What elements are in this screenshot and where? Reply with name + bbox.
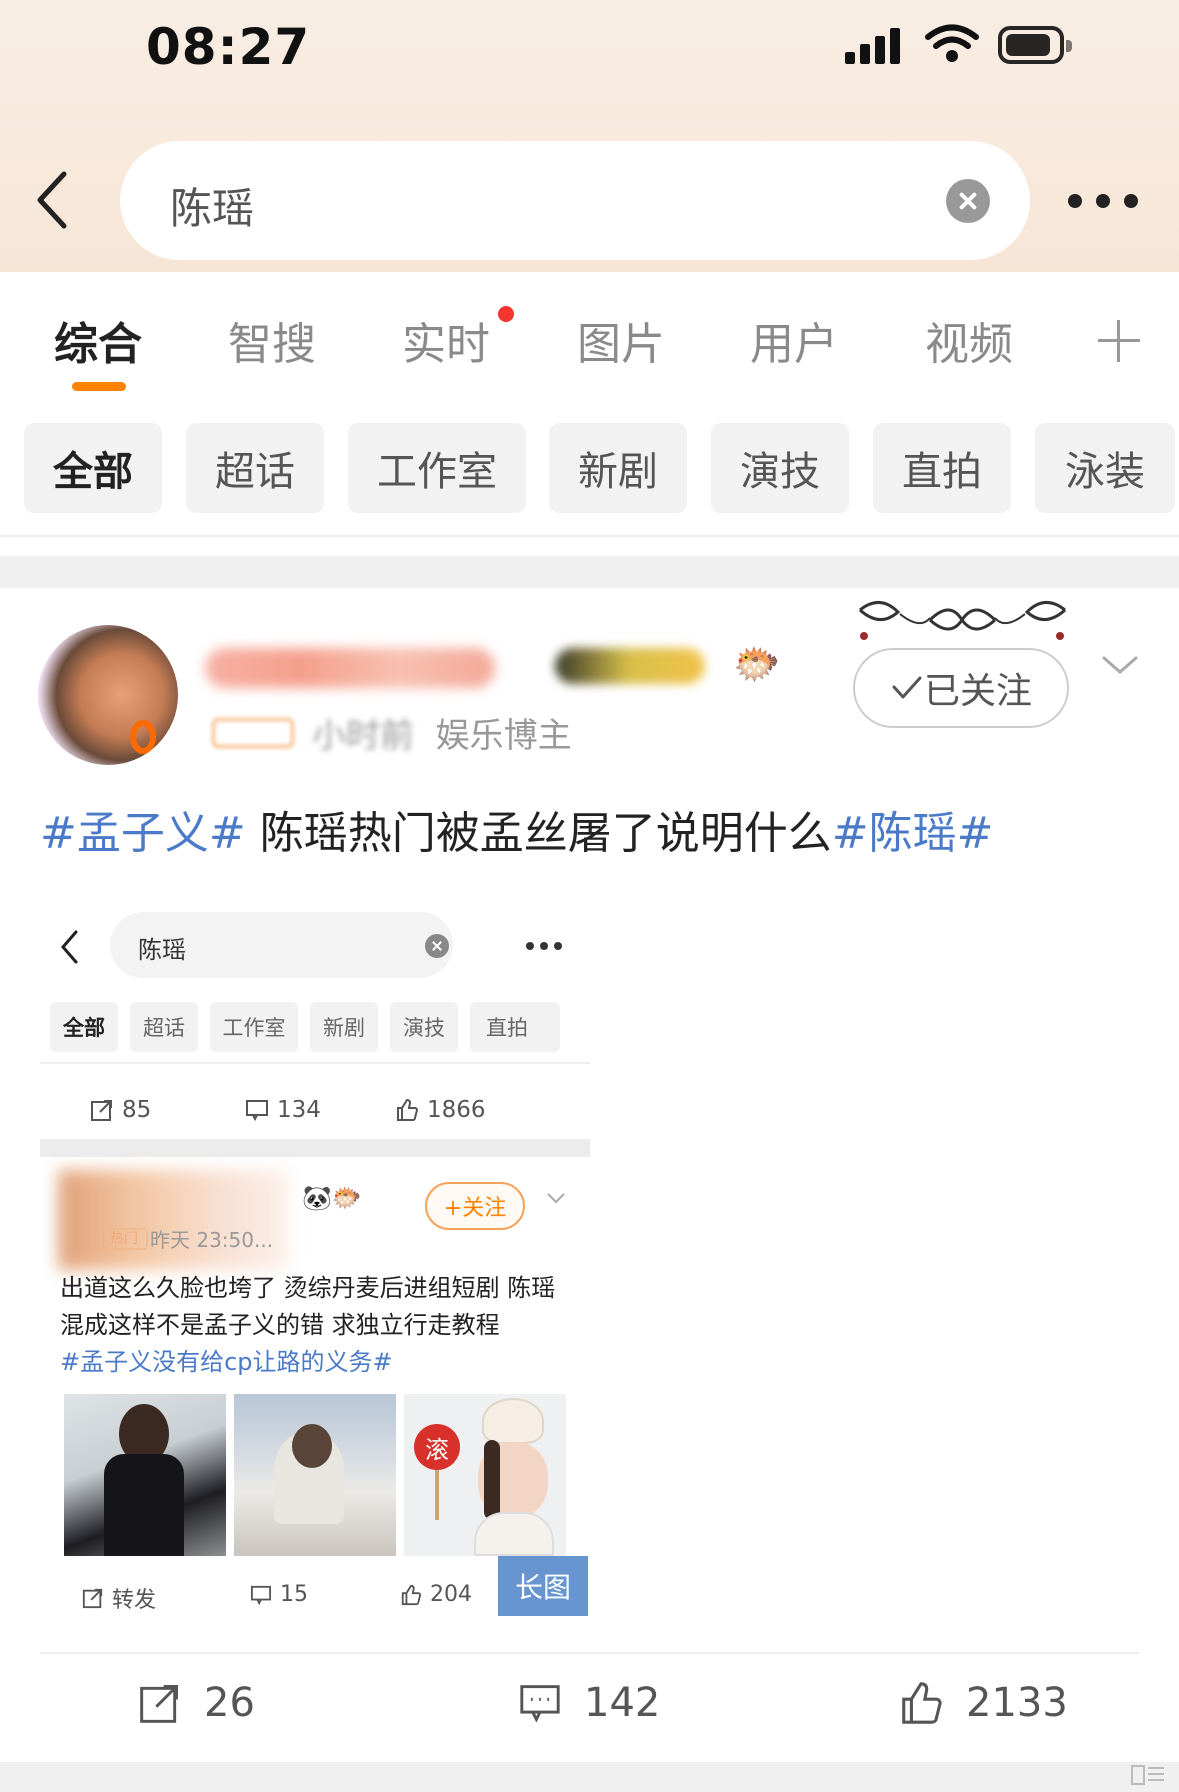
repost-button[interactable]: 26 [138, 1680, 255, 1726]
embedded-photo-3: 滚 [404, 1394, 566, 1556]
search-query: 陈瑶 [170, 184, 255, 233]
battery-icon [998, 26, 1072, 64]
embedded-hot-tag: 热门 [100, 1228, 148, 1250]
section-gap [40, 1139, 590, 1157]
embedded-chip: 工作室 [210, 1002, 298, 1052]
comment-icon [520, 1685, 560, 1723]
following-button[interactable]: 已关注 [853, 648, 1069, 728]
embedded-repost-stat: 85 [90, 1097, 151, 1123]
filter-swimwear[interactable]: 泳装 [1035, 423, 1175, 513]
more-icon[interactable] [1068, 188, 1140, 214]
thumb-up-icon [902, 1682, 942, 1724]
like-button[interactable]: 2133 [898, 1680, 1068, 1726]
divider [40, 1062, 590, 1064]
comment-button[interactable]: 142 [518, 1680, 660, 1726]
tab-comprehensive[interactable]: 综合 [54, 308, 142, 372]
status-time: 08:27 [146, 18, 311, 76]
add-tab-icon[interactable] [1098, 320, 1140, 362]
embedded-photo-1 [64, 1394, 226, 1556]
tab-bar: 综合 智搜 实时 图片 用户 视频 [0, 272, 1179, 402]
embedded-repost-stat: 转发 [82, 1582, 156, 1614]
embedded-chip: 全部 [50, 1002, 118, 1052]
embedded-hashtag: #孟子义没有给cp让路的义务# [60, 1348, 393, 1376]
more-icon [526, 942, 566, 952]
back-icon [61, 930, 78, 964]
hashtag-link[interactable]: #陈瑶# [832, 808, 994, 859]
panda-fish-icon: 🐼🐡 [302, 1184, 362, 1212]
filter-new-drama[interactable]: 新剧 [549, 423, 687, 513]
signal-icon [845, 28, 905, 64]
username-decoration-blurred [555, 648, 705, 684]
tab-smart-search[interactable]: 智搜 [228, 308, 316, 372]
filter-super-topic[interactable]: 超话 [186, 423, 324, 513]
notification-dot [498, 306, 514, 322]
embedded-like-stat: 1866 [395, 1097, 486, 1123]
hot-tag-blurred [212, 718, 294, 748]
fish-icon: 🐡 [733, 642, 781, 686]
post-image-screenshot[interactable]: 陈瑶 全部 超话 工作室 新剧 演技 直拍 85 134 1866 🐼🐡 +关注… [40, 892, 590, 1620]
tab-realtime[interactable]: 实时 [402, 308, 490, 372]
comment-count: 142 [584, 1680, 661, 1726]
post-meta: 小时前 娱乐博主 [312, 716, 572, 756]
embedded-comment-stat: 134 [245, 1097, 321, 1123]
header: 08:27 陈瑶 [0, 0, 1179, 272]
embedded-body: 出道这么久脸也垮了 烫综丹麦后进组短剧 陈瑶混成这样不是孟子义的错 求独立行走教… [60, 1274, 556, 1376]
thumb-up-icon [401, 1584, 422, 1605]
comment-icon [251, 1585, 271, 1605]
post-text: #孟子义# 陈瑶热门被孟丝屠了说明什么#陈瑶# [40, 797, 993, 861]
embedded-chip: 超话 [130, 1002, 198, 1052]
embedded-comment-stat: 15 [250, 1582, 308, 1607]
wifi-icon [925, 24, 979, 62]
active-tab-indicator [72, 382, 126, 391]
thumb-up-icon [397, 1098, 419, 1121]
divider [0, 535, 1179, 537]
tab-users[interactable]: 用户 [750, 308, 838, 372]
embedded-chip: 演技 [390, 1002, 458, 1052]
stop-sign-icon: 滚 [414, 1424, 460, 1470]
embedded-like-stat: 204 [400, 1582, 472, 1607]
embedded-avatar-blurred [58, 1170, 288, 1270]
post-body: 陈瑶热门被孟丝屠了说明什么 [245, 808, 832, 859]
tab-images[interactable]: 图片 [577, 308, 665, 372]
following-label: 已关注 [923, 671, 1032, 712]
filter-fancam[interactable]: 直拍 [873, 423, 1011, 513]
embedded-follow-button: +关注 [425, 1182, 525, 1230]
check-icon [892, 676, 922, 699]
tab-video[interactable]: 视频 [925, 308, 1013, 372]
filter-all[interactable]: 全部 [24, 423, 162, 513]
hashtag-link[interactable]: #孟子义# [40, 808, 246, 859]
bow-decoration-icon [858, 601, 1067, 640]
long-image-badge: 长图 [498, 1556, 588, 1616]
share-icon [82, 1588, 103, 1609]
chevron-down-icon [547, 1193, 565, 1204]
search-input[interactable]: 陈瑶 [120, 141, 1030, 260]
like-count: 2133 [966, 1680, 1068, 1726]
section-gap [0, 556, 1179, 588]
divider [40, 1652, 1139, 1654]
filter-acting[interactable]: 演技 [711, 423, 849, 513]
back-button[interactable] [30, 160, 80, 240]
embedded-photo-2 [234, 1394, 396, 1556]
username-blurred[interactable] [205, 648, 495, 688]
clear-icon[interactable] [946, 179, 990, 223]
comment-icon [246, 1100, 268, 1121]
chevron-down-icon[interactable] [1100, 650, 1140, 680]
embedded-search-bar: 陈瑶 [110, 912, 453, 978]
avatar[interactable] [38, 625, 178, 765]
watermark-icon [1131, 1765, 1164, 1785]
filter-studio[interactable]: 工作室 [348, 423, 526, 513]
embedded-chip: 新剧 [310, 1002, 378, 1052]
share-icon [140, 1685, 178, 1723]
embedded-meta: 昨天 23:50... [150, 1228, 274, 1252]
repost-count: 26 [204, 1680, 255, 1726]
avatar-badge-icon [130, 720, 156, 754]
clear-icon [425, 934, 449, 958]
section-gap [0, 1762, 1179, 1792]
embedded-chip: 直拍 [470, 1002, 560, 1052]
share-icon [91, 1100, 112, 1121]
embedded-search-text: 陈瑶 [138, 936, 186, 964]
